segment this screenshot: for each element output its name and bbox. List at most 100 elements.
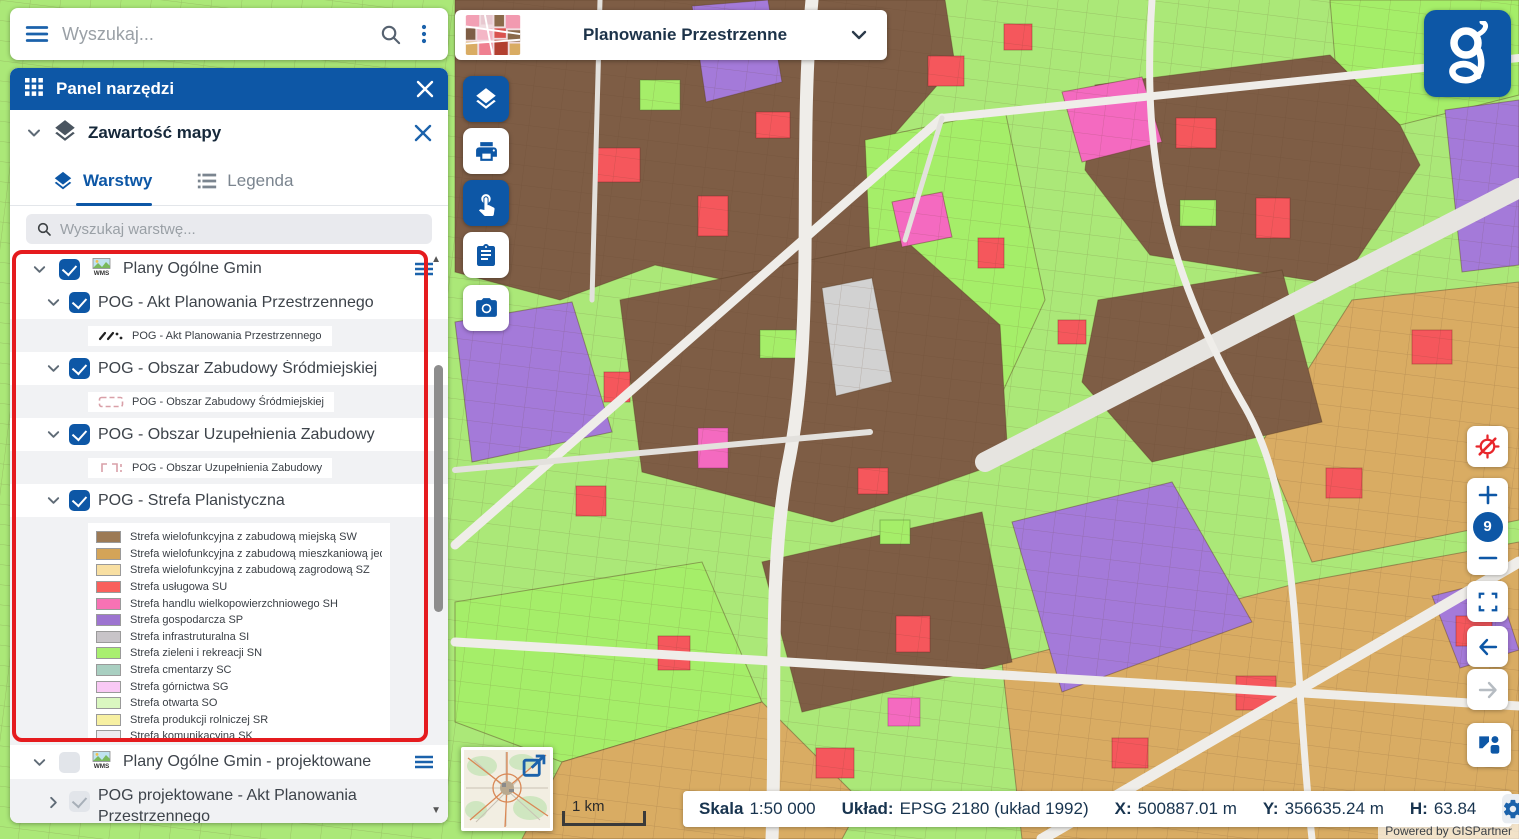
layers-icon bbox=[473, 86, 499, 112]
chevron-down-icon[interactable] bbox=[32, 262, 47, 277]
map-content-section: Zawartość mapy bbox=[10, 110, 448, 156]
legend-swatch bbox=[96, 664, 121, 676]
locate-off-button[interactable] bbox=[1467, 426, 1508, 467]
close-panel-icon[interactable] bbox=[416, 80, 434, 98]
legend-entry: Strefa wielofunkcyjna z zabudową miejską… bbox=[96, 529, 382, 546]
layer-group-plany-ogolne[interactable]: WMS Plany Ogólne Gmin bbox=[10, 252, 448, 286]
zoom-out-button[interactable] bbox=[1478, 548, 1498, 568]
legend-label: Strefa wielofunkcyjna z zabudową mieszka… bbox=[130, 548, 382, 560]
scroll-down-icon[interactable]: ▼ bbox=[431, 805, 441, 816]
layer-obszar-srodmiejskiej[interactable]: POG - Obszar Zabudowy Śródmiejskiej bbox=[10, 352, 448, 385]
back-button[interactable] bbox=[1467, 626, 1508, 667]
legend-label: Strefa zieleni i rekreacji SN bbox=[130, 647, 262, 659]
screenshot-tool-button[interactable] bbox=[463, 285, 509, 331]
overview-minimap[interactable] bbox=[461, 747, 553, 831]
checkbox-plany-ogolne[interactable] bbox=[59, 259, 80, 280]
layer-group-label: Plany Ogólne Gmin bbox=[123, 260, 402, 278]
tools-panel: Panel narzędzi Zawartość mapy Warstwy bbox=[10, 68, 448, 823]
checkbox-strefa-planistyczna[interactable] bbox=[69, 490, 90, 511]
chevron-down-icon[interactable] bbox=[849, 25, 869, 45]
checkbox-pog-projektowane[interactable] bbox=[69, 791, 90, 812]
layer-search-input[interactable] bbox=[60, 221, 422, 238]
search-input[interactable] bbox=[62, 24, 367, 45]
select-tool-button[interactable] bbox=[463, 180, 509, 226]
chevron-down-icon[interactable] bbox=[46, 427, 61, 442]
chevron-down-icon[interactable] bbox=[26, 125, 42, 141]
x-coordinate-readout: X:500887.01 m bbox=[1115, 799, 1237, 819]
map-thumbnail bbox=[465, 15, 521, 55]
svg-text:WMS: WMS bbox=[94, 270, 110, 276]
layer-strefa-planistyczna[interactable]: POG - Strefa Planistyczna bbox=[10, 484, 448, 517]
checkbox-obszar-uzupelnienia[interactable] bbox=[69, 424, 90, 445]
chevron-right-icon[interactable] bbox=[46, 795, 61, 810]
svg-text:WMS: WMS bbox=[94, 763, 110, 769]
chevron-down-icon[interactable] bbox=[32, 755, 47, 770]
checkbox-projektowane[interactable] bbox=[59, 752, 80, 773]
height-readout: H:63.84 bbox=[1410, 799, 1477, 819]
y-coordinate-readout: Y:356635.24 m bbox=[1263, 799, 1384, 819]
legend-label: Strefa otwarta SO bbox=[130, 697, 217, 709]
search-icon bbox=[36, 221, 52, 237]
crs-readout: Układ:EPSG 2180 (układ 1992) bbox=[842, 799, 1089, 819]
fullscreen-button[interactable] bbox=[1467, 581, 1508, 622]
legend-row: POG - Akt Planowania Przestrzennego bbox=[10, 319, 448, 352]
legend-swatch bbox=[96, 548, 121, 560]
layer-search-box bbox=[26, 214, 432, 244]
layers-tool-button[interactable] bbox=[463, 76, 509, 122]
menu-icon[interactable] bbox=[24, 21, 50, 47]
support-person-icon bbox=[1476, 732, 1502, 758]
layer-label: POG - Akt Planowania Przestrzennego bbox=[98, 294, 434, 312]
legend-label: Strefa usługowa SU bbox=[130, 581, 227, 593]
chevron-down-icon[interactable] bbox=[46, 361, 61, 376]
legend-label: Strefa produkcji rolniczej SR bbox=[130, 714, 268, 726]
scroll-up-icon[interactable]: ▲ bbox=[431, 254, 441, 265]
legend-label: Strefa wielofunkcyjna z zabudową zagrodo… bbox=[130, 564, 370, 576]
legend-entry: Strefa górnictwa SG bbox=[96, 678, 382, 695]
layer-group-projektowane[interactable]: WMS Plany Ogólne Gmin - projektowane bbox=[10, 745, 448, 779]
app-switcher[interactable]: Planowanie Przestrzenne bbox=[455, 10, 887, 60]
chevron-down-icon[interactable] bbox=[46, 493, 61, 508]
close-section-icon[interactable] bbox=[414, 124, 432, 142]
legend-entry: Strefa wielofunkcyjna z zabudową zagrodo… bbox=[96, 562, 382, 579]
search-icon[interactable] bbox=[379, 23, 402, 46]
arrow-right-icon bbox=[1476, 678, 1500, 702]
legend-entry: Strefa zieleni i rekreacji SN bbox=[96, 645, 382, 662]
legend-label: Strefa wielofunkcyjna z zabudową miejską… bbox=[130, 531, 357, 543]
layer-akt-planowania[interactable]: POG - Akt Planowania Przestrzennego bbox=[10, 286, 448, 319]
checkbox-akt-planowania[interactable] bbox=[69, 292, 90, 313]
legend-entry: Strefa gospodarcza SP bbox=[96, 612, 382, 629]
clipboard-tool-button[interactable] bbox=[463, 232, 509, 278]
tab-legenda-label: Legenda bbox=[227, 171, 293, 191]
checkbox-obszar-srodmiejskiej[interactable] bbox=[69, 358, 90, 379]
chevron-down-icon[interactable] bbox=[46, 295, 61, 310]
location-disabled-icon bbox=[1475, 434, 1500, 459]
settings-button[interactable] bbox=[1502, 794, 1519, 824]
legend-entry: Strefa wielofunkcyjna z zabudową mieszka… bbox=[96, 546, 382, 563]
grid-icon bbox=[24, 77, 44, 102]
line-symbol bbox=[98, 330, 124, 342]
status-bar: Skala1:50 000 Układ:EPSG 2180 (układ 199… bbox=[683, 791, 1512, 827]
expand-minimap-icon[interactable] bbox=[520, 752, 548, 785]
gispartner-logo[interactable] bbox=[1424, 10, 1511, 97]
layer-label: POG - Obszar Zabudowy Śródmiejskiej bbox=[98, 360, 434, 378]
tab-warstwy[interactable]: Warstwy bbox=[52, 170, 152, 192]
legend-entry: Strefa infrastruturalna SI bbox=[96, 629, 382, 646]
layer-obszar-uzupelnienia[interactable]: POG - Obszar Uzupełnienia Zabudowy bbox=[10, 418, 448, 451]
kebab-menu-icon[interactable] bbox=[414, 23, 434, 45]
bracket-symbol bbox=[98, 462, 124, 474]
legend-label: Strefa infrastruturalna SI bbox=[130, 631, 249, 643]
panel-scrollbar-thumb[interactable] bbox=[434, 365, 443, 612]
print-tool-button[interactable] bbox=[463, 128, 509, 174]
legend-entry: Strefa usługowa SU bbox=[96, 579, 382, 596]
wms-icon: WMS bbox=[92, 751, 111, 774]
layer-label: POG - Strefa Planistyczna bbox=[98, 492, 434, 510]
layer-menu-icon[interactable] bbox=[414, 754, 434, 770]
legend-label: Strefa handlu wielkopowierzchniowego SH bbox=[130, 598, 338, 610]
dashed-area-symbol bbox=[98, 396, 124, 408]
tab-legenda[interactable]: Legenda bbox=[196, 170, 293, 192]
zoom-in-button[interactable] bbox=[1478, 485, 1498, 505]
layer-pog-projektowane[interactable]: POG projektowane - Akt Planowania Przest… bbox=[10, 779, 448, 823]
gear-icon bbox=[1502, 798, 1519, 820]
support-button[interactable] bbox=[1467, 723, 1511, 767]
forward-button[interactable] bbox=[1467, 669, 1508, 710]
